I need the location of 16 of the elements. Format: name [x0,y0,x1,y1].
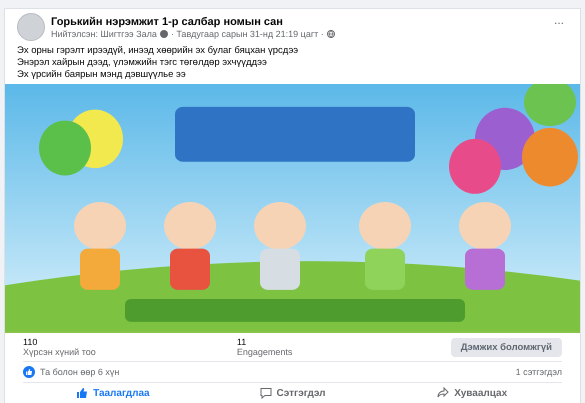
stat-label: Хүрсэн хүний тоо [23,347,97,357]
action-button[interactable]: Таалагдлаа [23,385,203,401]
stat-label: Engagements [236,347,294,357]
more-button[interactable]: ... [548,13,570,27]
post-text-line: Энэрэл хайрын дээд, үлэмжийн тэгс төгөлдөр эхчүүддээ [17,57,268,68]
page-name: Горькийн нэрэмжит 1-р салбар номын сан [51,16,284,28]
author-text: Нийтэлсэн: Шигтгээ Зала [51,28,157,38]
post-date: · Тавдугаар сарын 31-нд 21:19 цагт · [170,28,324,38]
reactions-text[interactable]: Та болон өөр 6 хүн [40,367,120,377]
post-text-line: Эх орны гэрэлт ирээдүй, инээд хөөрийн эх булаг бяцхан үрсдээ [17,45,300,56]
action-button[interactable]: Сэтгэгдэл [202,385,382,401]
post-text-line: Эх үрсийн баярын мэнд дэвшүүлье ээ [17,69,187,80]
stat-value: 110 [23,337,38,347]
comments-count[interactable]: 1 сэтгэгдэл [516,367,562,377]
action-button[interactable]: Хуваалцах [382,385,562,401]
stat-value: 11 [236,337,248,347]
